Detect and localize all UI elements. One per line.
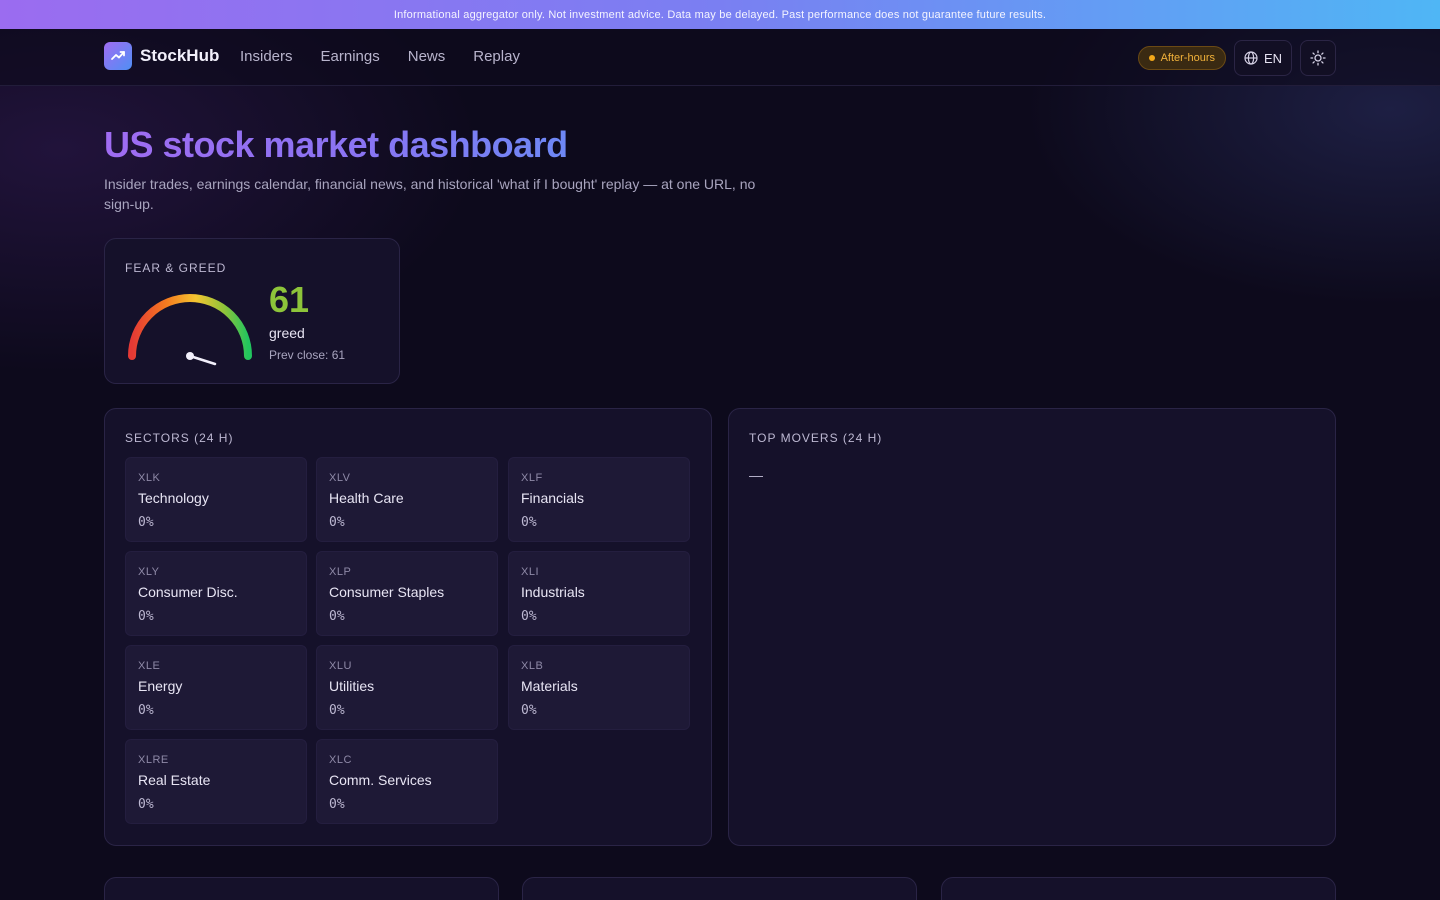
sector-name: Financials <box>521 490 585 506</box>
language-label: EN <box>1263 50 1283 66</box>
disclaimer-text: Informational aggregator only. Not inves… <box>393 8 1047 21</box>
sector-change: 0% <box>329 515 345 530</box>
sector-name: Consumer Disc. <box>138 584 238 600</box>
page-title: US stock market dashboard <box>104 124 568 165</box>
sector-tile-xli[interactable]: XLI Industrials 0% <box>508 551 690 636</box>
sector-ticker: XLV <box>329 472 351 484</box>
sector-name: Utilities <box>329 678 375 694</box>
sector-tile-xlu[interactable]: XLU Utilities 0% <box>316 645 498 730</box>
market-status-badge: After-hours <box>1137 46 1226 70</box>
status-dot-icon <box>1148 55 1155 61</box>
header-controls: After-hours EN <box>1137 40 1336 76</box>
sector-name: Technology <box>138 490 209 506</box>
sector-name: Energy <box>138 678 183 694</box>
sun-icon <box>1310 50 1326 66</box>
sector-tile-xlf[interactable]: XLF Financials 0% <box>508 457 690 542</box>
sector-change: 0% <box>329 703 345 718</box>
disclaimer-banner: Informational aggregator only. Not inves… <box>0 0 1440 29</box>
sector-name: Materials <box>521 678 578 694</box>
market-status-label: After-hours <box>1160 52 1215 64</box>
fear-greed-sentiment: greed <box>269 325 305 341</box>
sector-change: 0% <box>521 515 537 530</box>
top-movers-card: TOP MOVERS (24 H) — <box>728 408 1336 846</box>
brand-link[interactable]: StockHub <box>104 42 219 70</box>
sector-tile-xlc[interactable]: XLC Comm. Services 0% <box>316 739 498 824</box>
sector-ticker: XLK <box>138 472 161 484</box>
sector-name: Consumer Staples <box>329 584 445 600</box>
nav-news[interactable]: News <box>408 48 446 65</box>
bottom-card-1 <box>104 877 499 900</box>
top-navigation-bar: StockHub Insiders Earnings News Replay A… <box>0 29 1440 86</box>
sector-tile-xly[interactable]: XLY Consumer Disc. 0% <box>125 551 307 636</box>
sector-ticker: XLU <box>329 660 352 672</box>
sector-ticker: XLY <box>138 566 160 578</box>
sectors-label: SECTORS (24 H) <box>125 431 234 445</box>
sector-ticker: XLP <box>329 566 352 578</box>
nav-earnings[interactable]: Earnings <box>321 48 380 65</box>
sector-change: 0% <box>138 703 154 718</box>
top-movers-label: TOP MOVERS (24 H) <box>749 431 883 445</box>
top-movers-empty: — <box>749 467 763 483</box>
sector-tile-xlb[interactable]: XLB Materials 0% <box>508 645 690 730</box>
sector-change: 0% <box>138 515 154 530</box>
sector-change: 0% <box>329 609 345 624</box>
sector-ticker: XLF <box>521 472 543 484</box>
sector-change: 0% <box>521 609 537 624</box>
sector-name: Comm. Services <box>329 772 432 788</box>
sectors-card: SECTORS (24 H) XLK Technology 0% XLV Hea… <box>104 408 712 846</box>
sector-ticker: XLE <box>138 660 161 672</box>
sector-name: Industrials <box>521 584 585 600</box>
fear-greed-card: FEAR & GREED 61 greed Prev close: 61 <box>104 238 400 384</box>
nav-replay[interactable]: Replay <box>473 48 520 65</box>
bottom-card-3 <box>941 877 1336 900</box>
sector-ticker: XLRE <box>138 754 169 766</box>
nav-insiders[interactable]: Insiders <box>240 48 293 65</box>
trending-up-icon <box>104 42 132 70</box>
theme-toggle-button[interactable] <box>1300 40 1336 76</box>
language-button[interactable]: EN <box>1234 40 1292 76</box>
sector-change: 0% <box>329 797 345 812</box>
bottom-card-2 <box>522 877 917 900</box>
fear-greed-value: 61 <box>269 279 310 320</box>
fear-greed-prev-close: Prev close: 61 <box>269 348 346 362</box>
globe-icon <box>1244 51 1258 65</box>
brand-name: StockHub <box>140 46 220 65</box>
sector-change: 0% <box>138 797 154 812</box>
sector-tile-xlp[interactable]: XLP Consumer Staples 0% <box>316 551 498 636</box>
sector-tile-xle[interactable]: XLE Energy 0% <box>125 645 307 730</box>
sector-tile-xlk[interactable]: XLK Technology 0% <box>125 457 307 542</box>
fear-greed-label: FEAR & GREED <box>125 261 227 275</box>
sector-ticker: XLB <box>521 660 544 672</box>
fear-greed-gauge <box>128 294 252 366</box>
sector-ticker: XLI <box>521 566 540 578</box>
sector-tile-xlre[interactable]: XLRE Real Estate 0% <box>125 739 307 824</box>
page-subtitle: Insider trades, earnings calendar, finan… <box>104 176 756 212</box>
sector-ticker: XLC <box>329 754 352 766</box>
sector-name: Real Estate <box>138 772 211 788</box>
sector-change: 0% <box>521 703 537 718</box>
main-nav: Insiders Earnings News Replay <box>240 48 520 65</box>
sector-change: 0% <box>138 609 154 624</box>
sector-tile-xlv[interactable]: XLV Health Care 0% <box>316 457 498 542</box>
sector-name: Health Care <box>329 490 404 506</box>
